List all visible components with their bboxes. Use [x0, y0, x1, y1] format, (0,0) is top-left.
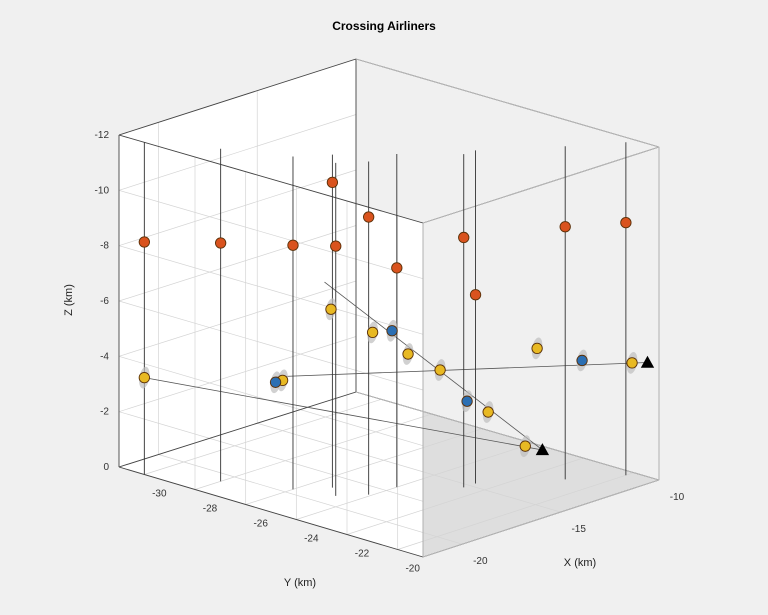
y-tick-label: -26 [253, 519, 268, 530]
marker-circle [139, 372, 149, 382]
marker-circle [288, 240, 298, 250]
axes-box [119, 59, 659, 557]
marker-triangle [641, 357, 653, 368]
z-tick-label: -4 [100, 351, 109, 362]
x-axis-label: X (km) [564, 557, 596, 569]
z-tick-label: 0 [103, 462, 109, 473]
y-tick-label: -28 [203, 504, 218, 515]
y-axis-label: Y (km) [284, 577, 316, 589]
marker-circle [470, 290, 480, 300]
x-tick-label: -10 [670, 492, 685, 503]
marker-circle [367, 327, 377, 337]
marker-circle [532, 343, 542, 353]
marker-circle [392, 263, 402, 273]
marker-circle [577, 355, 587, 365]
marker-circle [560, 222, 570, 232]
marker-circle [520, 441, 530, 451]
marker-circle [483, 407, 493, 417]
chart-3d-container: -12-10-8-6-4-20-30-28-26-24-22-20-20-15-… [0, 0, 768, 615]
marker-circle [387, 326, 397, 336]
marker-circle [215, 238, 225, 248]
z-tick-label: -2 [100, 407, 109, 418]
y-tick-label: -20 [405, 564, 420, 575]
marker-circle [327, 177, 337, 187]
y-tick-label: -30 [152, 489, 167, 500]
z-axis-label: Z (km) [63, 284, 75, 316]
marker-circle [621, 217, 631, 227]
marker-circle [435, 365, 445, 375]
marker-circle [139, 237, 149, 247]
marker-circle [326, 304, 336, 314]
x-tick-label: -15 [571, 524, 586, 535]
marker-circle [403, 349, 413, 359]
marker-circle [459, 232, 469, 242]
marker-circle [462, 396, 472, 406]
x-tick-label: -20 [473, 556, 488, 567]
z-tick-label: -8 [100, 241, 109, 252]
z-tick-label: -10 [95, 185, 110, 196]
z-tick-label: -6 [100, 296, 109, 307]
marker-circle [627, 358, 637, 368]
y-tick-label: -24 [304, 534, 319, 545]
chart-title: Crossing Airliners [332, 19, 436, 33]
marker-circle [363, 212, 373, 222]
marker-circle [270, 377, 280, 387]
chart-3d-svg: -12-10-8-6-4-20-30-28-26-24-22-20-20-15-… [0, 0, 768, 615]
y-tick-label: -22 [355, 549, 370, 560]
marker-circle [331, 241, 341, 251]
z-tick-label: -12 [95, 130, 110, 141]
